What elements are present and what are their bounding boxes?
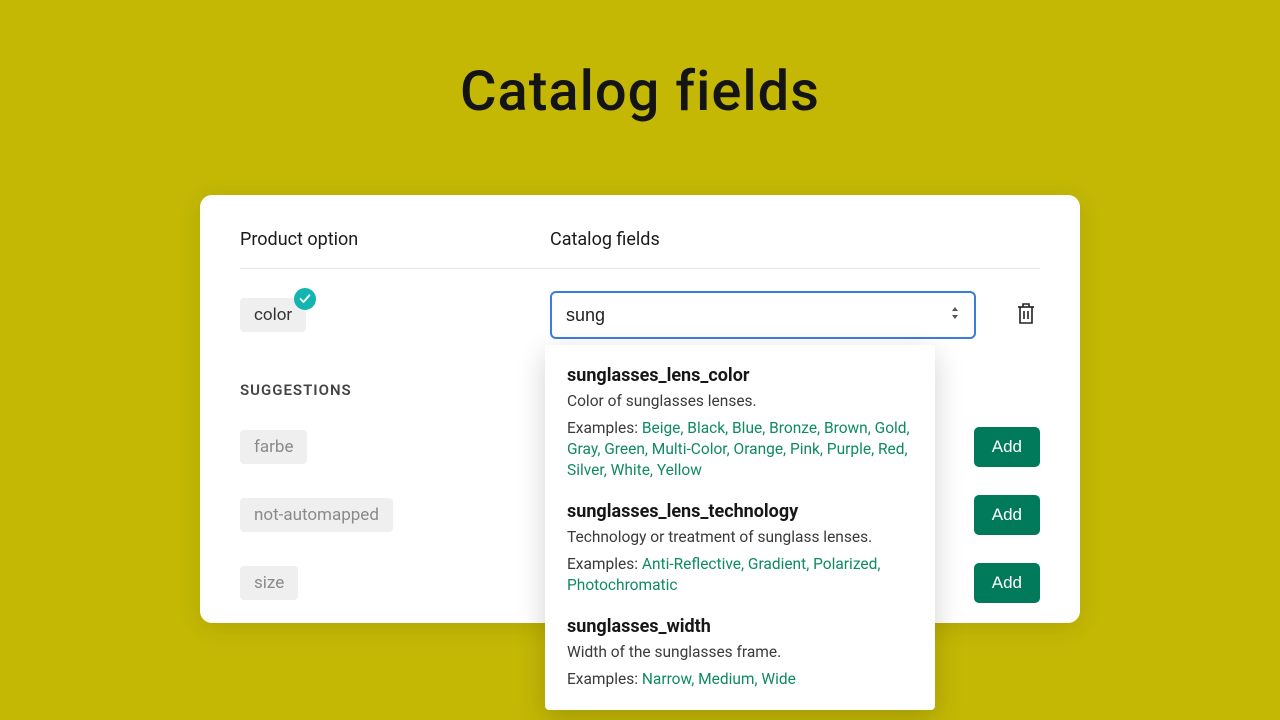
suggestion-chip-label: not-automapped <box>254 505 379 525</box>
suggestion-chip-label: farbe <box>254 437 293 457</box>
add-button[interactable]: Add <box>974 495 1040 535</box>
columns-header: Product option Catalog fields <box>240 229 1040 269</box>
page-title: Catalog fields <box>0 0 1280 124</box>
examples-prefix: Examples: <box>567 670 642 688</box>
catalog-field-select[interactable] <box>550 291 976 339</box>
suggestion-chip-not-automapped[interactable]: not-automapped <box>240 498 393 532</box>
header-catalog-fields: Catalog fields <box>550 229 1040 250</box>
autocomplete-dropdown: sunglasses_lens_color Color of sunglasse… <box>545 345 935 710</box>
dropdown-item-examples: Examples: Anti-Reflective, Gradient, Pol… <box>567 554 913 596</box>
catalog-field-input[interactable] <box>550 291 976 339</box>
option-row: color <box>240 269 1040 339</box>
examples-prefix: Examples: <box>567 419 642 437</box>
dropdown-item-examples: Examples: Beige, Black, Blue, Bronze, Br… <box>567 418 913 481</box>
add-button[interactable]: Add <box>974 563 1040 603</box>
header-product-option: Product option <box>240 229 550 250</box>
option-chip-color[interactable]: color <box>240 298 306 332</box>
examples-prefix: Examples: <box>567 555 642 573</box>
option-chip-label: color <box>254 305 292 325</box>
dropdown-item-title: sunglasses_lens_color <box>567 365 913 386</box>
dropdown-item[interactable]: sunglasses_lens_color Color of sunglasse… <box>545 365 935 501</box>
dropdown-item-description: Technology or treatment of sunglass lens… <box>567 528 913 546</box>
dropdown-item-description: Width of the sunglasses frame. <box>567 643 913 661</box>
dropdown-item-description: Color of sunglasses lenses. <box>567 392 913 410</box>
dropdown-item-examples: Examples: Narrow, Medium, Wide <box>567 669 913 690</box>
examples-values: Narrow, Medium, Wide <box>642 670 796 688</box>
delete-button[interactable] <box>1012 299 1040 331</box>
verified-check-icon <box>294 288 316 310</box>
add-button[interactable]: Add <box>974 427 1040 467</box>
dropdown-item[interactable]: sunglasses_lens_technology Technology or… <box>545 501 935 616</box>
dropdown-item-title: sunglasses_lens_technology <box>567 501 913 522</box>
suggestion-chip-size[interactable]: size <box>240 566 298 600</box>
suggestion-chip-farbe[interactable]: farbe <box>240 430 307 464</box>
trash-icon <box>1014 300 1038 330</box>
dropdown-item[interactable]: sunglasses_width Width of the sunglasses… <box>545 616 935 694</box>
dropdown-item-title: sunglasses_width <box>567 616 913 637</box>
suggestion-chip-label: size <box>254 573 284 593</box>
